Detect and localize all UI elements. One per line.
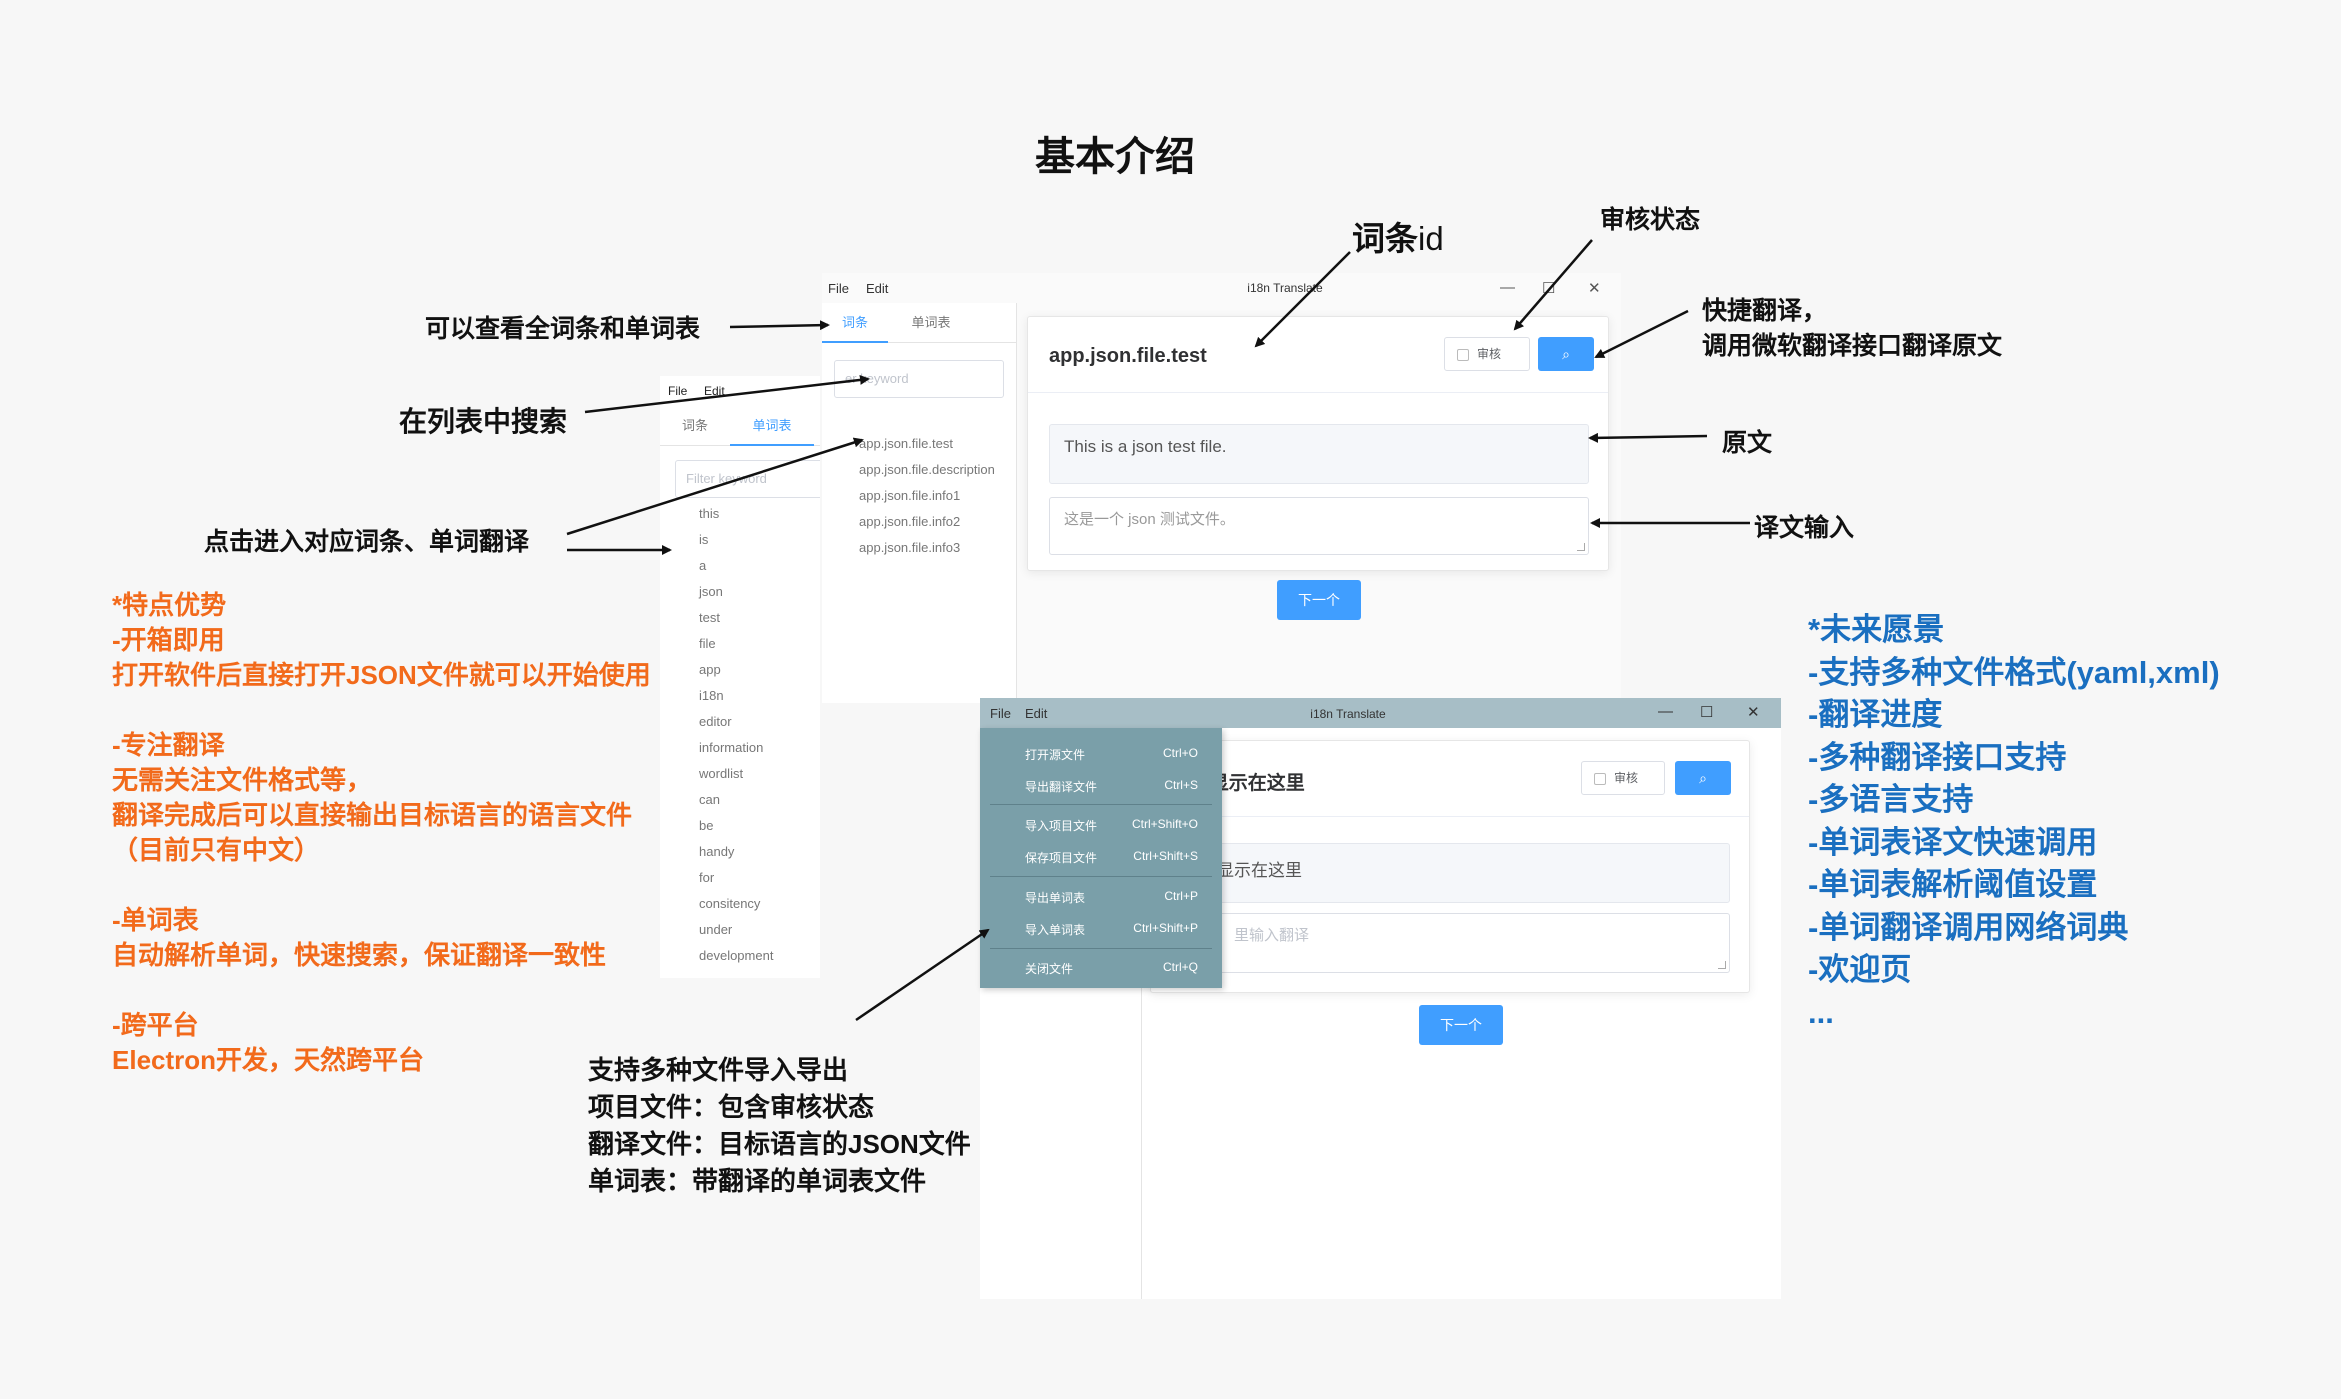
arrow-entry-id xyxy=(1254,251,1351,348)
arrow-quick-translate xyxy=(1594,309,1689,359)
annotation-arrows xyxy=(566,239,1750,1022)
arrow-view-all xyxy=(729,320,830,331)
arrow-source xyxy=(1588,432,1708,443)
arrow-review-status xyxy=(1513,239,1593,331)
arrow-click-entry xyxy=(566,437,864,536)
arrow-search xyxy=(584,374,870,414)
arrow-import-export xyxy=(855,928,990,1022)
